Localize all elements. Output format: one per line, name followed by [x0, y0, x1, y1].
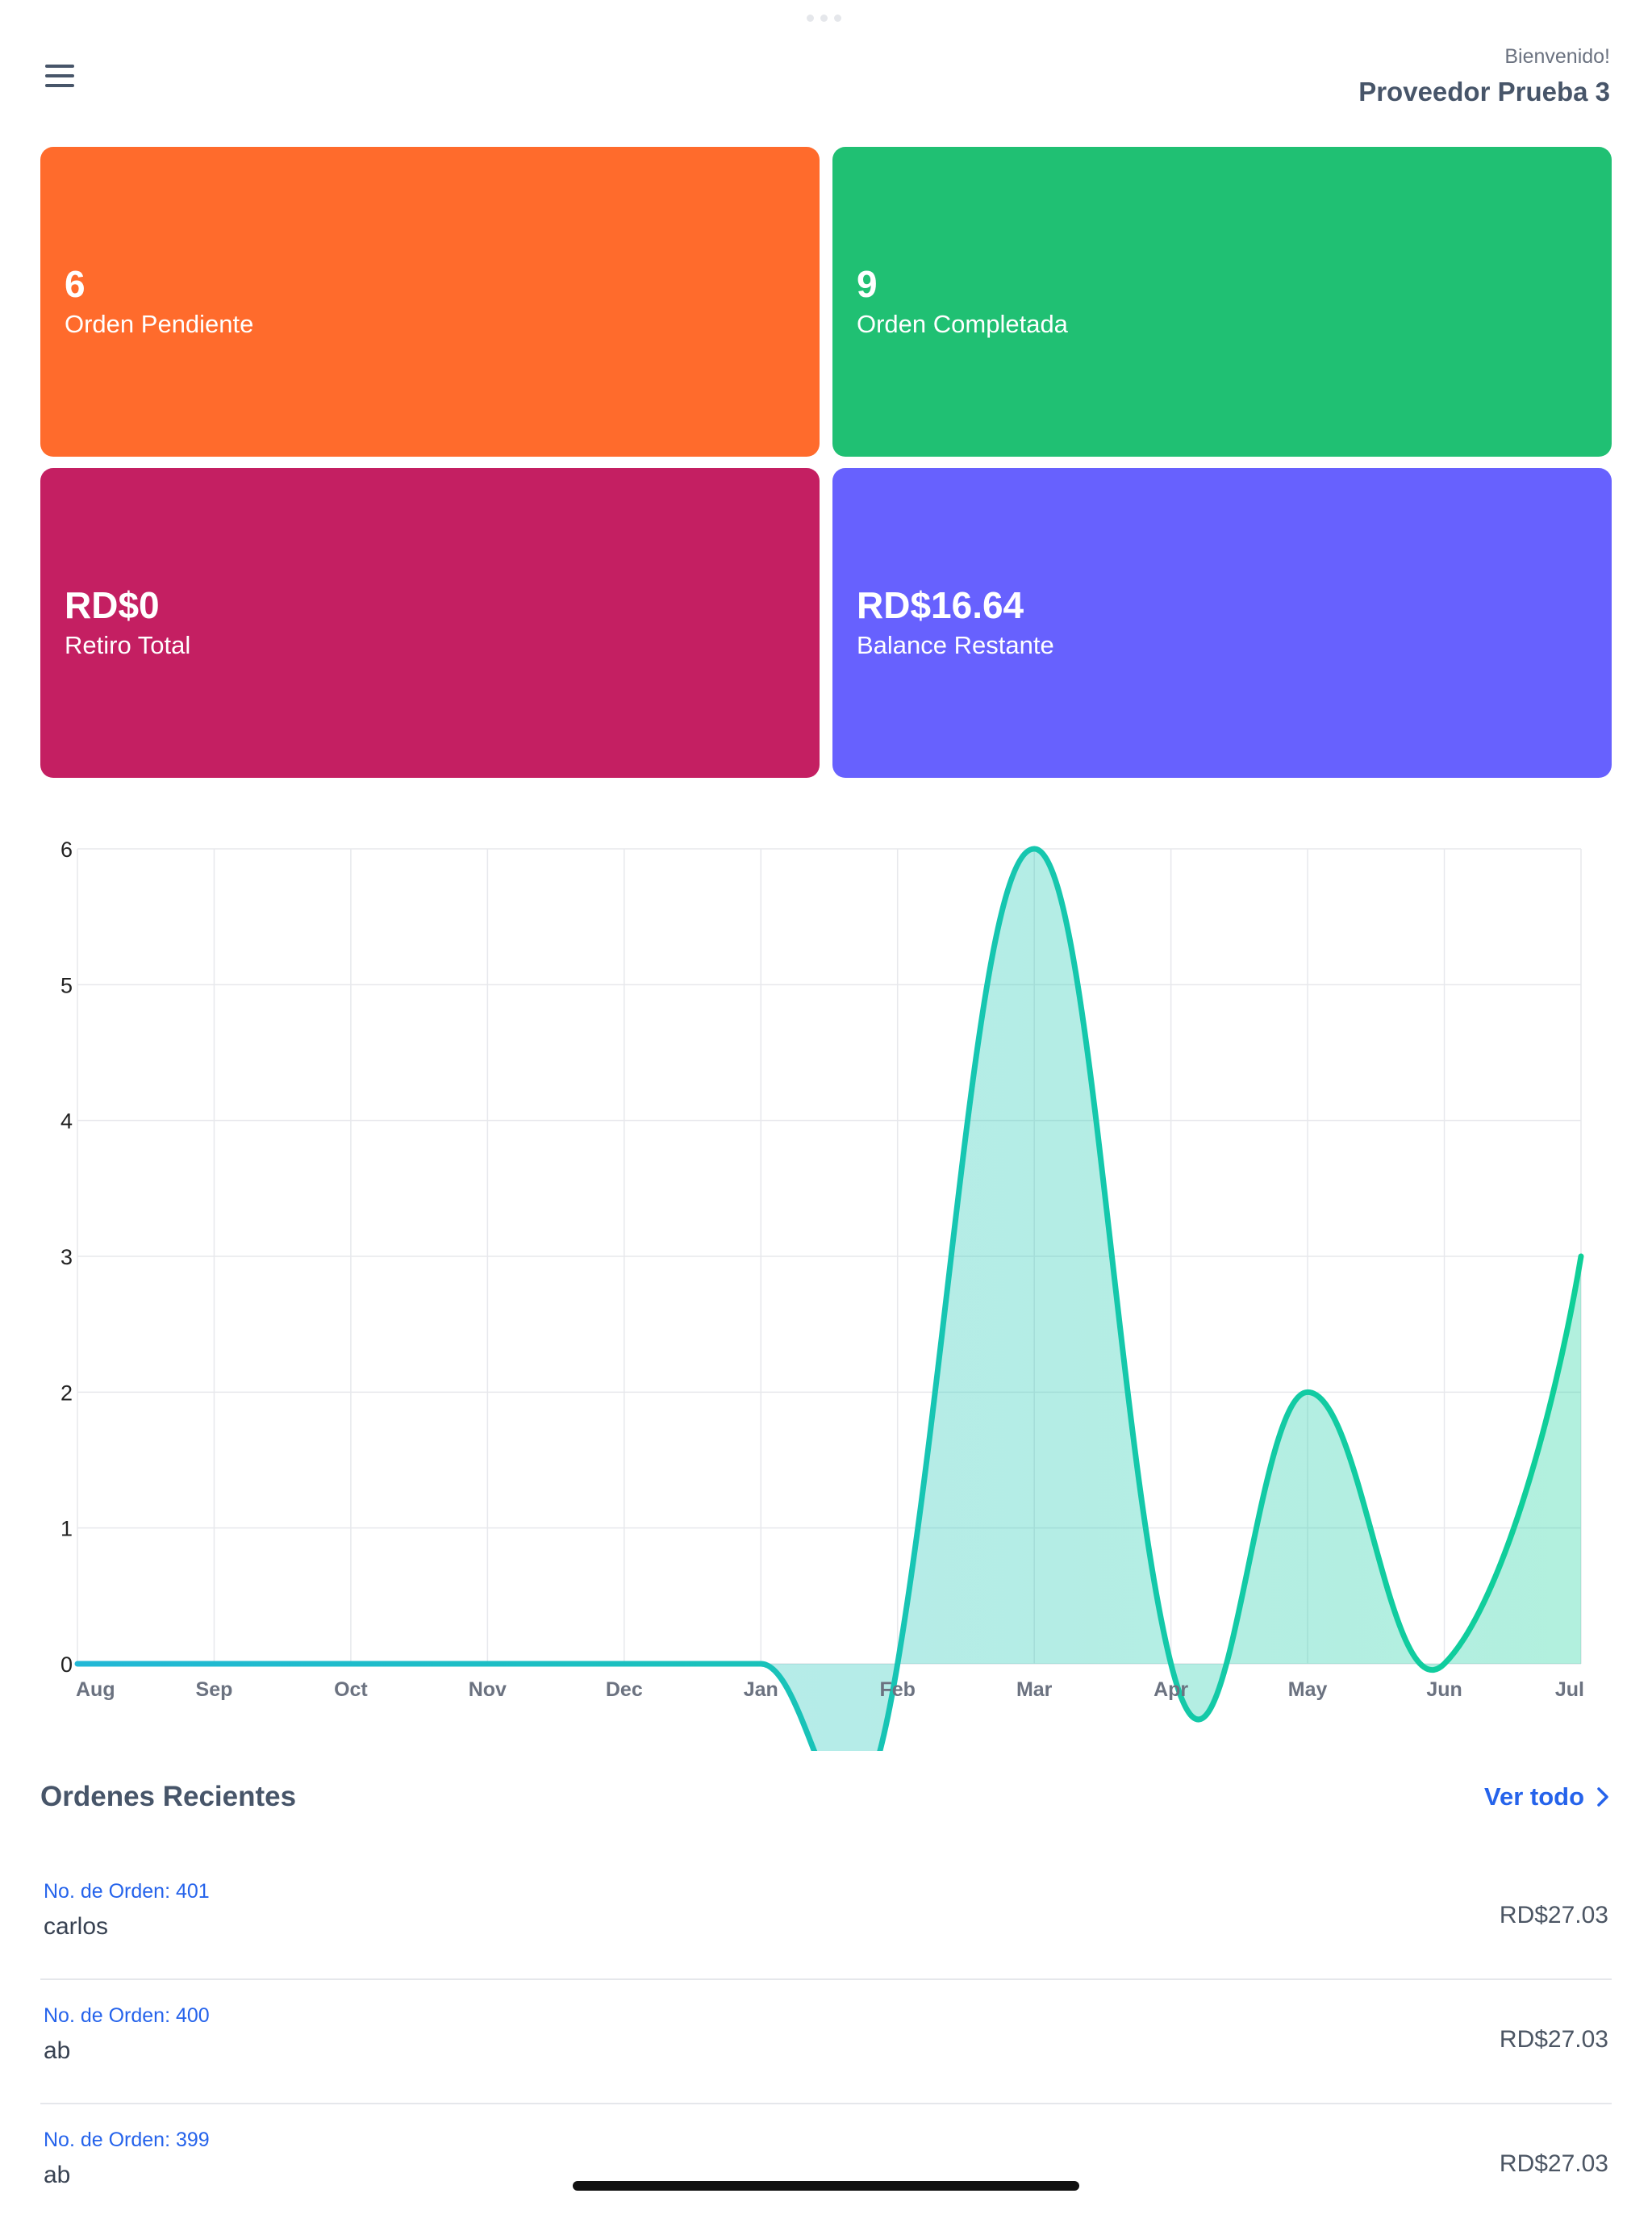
x-tick-label: Feb [880, 1678, 916, 1701]
x-tick-label: Jul [1555, 1678, 1584, 1701]
view-all-label: Ver todo [1483, 1782, 1584, 1811]
welcome-block: Bienvenido! Proveedor Prueba 3 [1358, 44, 1610, 110]
stat-card-completed-orders[interactable]: 9 Orden Completada [832, 147, 1612, 457]
x-tick-label: May [1288, 1678, 1328, 1701]
stat-card-pending-orders[interactable]: 6 Orden Pendiente [40, 147, 820, 457]
stat-card-remaining-balance[interactable]: RD$16.64 Balance Restante [832, 468, 1612, 778]
y-tick-label: 4 [60, 1109, 73, 1134]
order-customer: ab [44, 2037, 71, 2064]
order-customer: carlos [44, 1913, 109, 1940]
order-number: No. de Orden: 400 [44, 2004, 210, 2027]
order-row[interactable]: No. de Orden: 400 ab RD$27.03 [40, 1980, 1612, 2104]
stat-value: 6 [65, 263, 86, 305]
stat-value: RD$16.64 [857, 584, 1024, 626]
orders-area-chart: 0 1 2 3 4 5 6 Aug Sep Oct Nov Dec Jan Feb Mar Apr May Jun… [60, 838, 1584, 1751]
user-name: Proveedor Prueba 3 [1358, 77, 1610, 107]
x-tick-label: Dec [606, 1678, 643, 1701]
order-customer: ab [44, 2162, 71, 2188]
y-tick-label: 2 [60, 1381, 73, 1405]
stat-label: Balance Restante [857, 631, 1054, 659]
x-tick-label: Aug [76, 1678, 115, 1701]
y-tick-label: 5 [60, 973, 73, 997]
stat-value: 9 [857, 263, 878, 305]
x-tick-label: Mar [1016, 1678, 1053, 1701]
y-tick-label: 3 [60, 1245, 73, 1269]
order-number: No. de Orden: 399 [44, 2129, 210, 2151]
order-amount: RD$27.03 [1499, 2026, 1608, 2053]
multitasking-dots-icon[interactable] [807, 15, 841, 22]
x-tick-label: Oct [334, 1678, 368, 1701]
chevron-right-icon [1597, 1787, 1608, 1807]
menu-button[interactable] [42, 60, 77, 92]
order-amount: RD$27.03 [1499, 2150, 1608, 2177]
x-tick-label: Sep [196, 1678, 233, 1701]
stat-card-total-withdrawal[interactable]: RD$0 Retiro Total [40, 468, 820, 778]
stat-label: Orden Completada [857, 310, 1068, 338]
stat-value: RD$0 [65, 584, 160, 626]
y-tick-label: 6 [60, 838, 73, 862]
recent-orders-title: Ordenes Recientes [40, 1781, 297, 1812]
order-row[interactable]: No. de Orden: 399 ab RD$27.03 [40, 2104, 1612, 2227]
stat-label: Retiro Total [65, 631, 191, 659]
x-tick-label: Nov [469, 1678, 507, 1701]
home-indicator[interactable] [573, 2181, 1079, 2191]
x-tick-label: Apr [1153, 1678, 1188, 1701]
order-row[interactable]: No. de Orden: 401 carlos RD$27.03 [40, 1856, 1612, 1980]
stat-label: Orden Pendiente [65, 310, 254, 338]
order-number: No. de Orden: 401 [44, 1880, 210, 1903]
y-tick-label: 1 [60, 1517, 73, 1541]
recent-orders-list: No. de Orden: 401 carlos RD$27.03 No. de… [40, 1856, 1612, 2227]
y-tick-label: 0 [60, 1652, 73, 1677]
hamburger-menu-icon [45, 65, 74, 87]
x-tick-label: Jun [1426, 1678, 1462, 1701]
x-tick-label: Jan [744, 1678, 778, 1701]
order-amount: RD$27.03 [1499, 1902, 1608, 1928]
greeting-text: Bienvenido! [1504, 45, 1610, 68]
view-all-link[interactable]: Ver todo [1484, 1778, 1610, 1815]
